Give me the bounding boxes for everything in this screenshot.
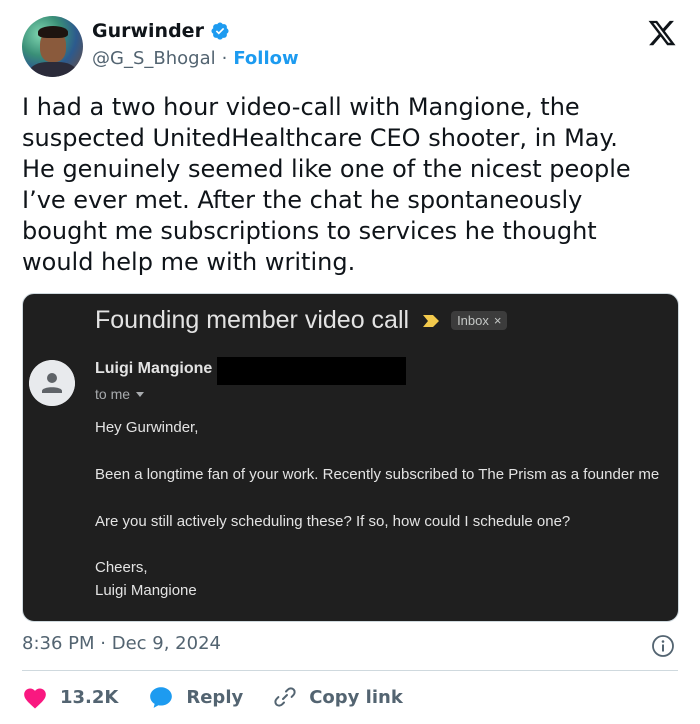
inbox-label: Inbox bbox=[457, 313, 489, 328]
follow-button[interactable]: Follow bbox=[233, 48, 298, 69]
reply-label: Reply bbox=[186, 686, 244, 708]
email-subject-row: Founding member video call Inbox × bbox=[95, 306, 508, 335]
like-count: 13.2K bbox=[60, 686, 119, 708]
email-signoff: Cheers, bbox=[95, 559, 148, 576]
author-handle-row: @G_S_Bhogal · Follow bbox=[92, 48, 299, 69]
email-sender-name: Luigi Mangione bbox=[95, 360, 213, 377]
email-signature: Luigi Mangione bbox=[95, 582, 197, 599]
reply-button[interactable]: Reply bbox=[148, 685, 243, 709]
email-subject: Founding member video call bbox=[95, 306, 410, 334]
remove-label-icon: × bbox=[493, 313, 502, 328]
email-recipient-row[interactable]: to me bbox=[95, 386, 145, 402]
tweet-date: Dec 9, 2024 bbox=[111, 633, 221, 654]
tweet-text: I had a two hour video-call with Mangion… bbox=[22, 93, 631, 276]
verified-badge-icon bbox=[211, 22, 229, 40]
x-logo-icon[interactable] bbox=[646, 18, 678, 48]
like-button[interactable]: 13.2K bbox=[22, 685, 118, 709]
copy-link-label: Copy link bbox=[309, 686, 403, 708]
copy-link-button[interactable]: Copy link bbox=[273, 685, 403, 709]
timestamp-separator: · bbox=[100, 633, 106, 654]
reply-bubble-icon bbox=[150, 687, 173, 708]
tweet-time: 8:36 PM bbox=[22, 633, 95, 654]
tweet-actions: 13.2K Reply Copy link bbox=[22, 683, 403, 711]
author-name-row: Gurwinder bbox=[92, 20, 230, 42]
author-name[interactable]: Gurwinder bbox=[92, 20, 204, 42]
tweet-timestamp[interactable]: 8:36 PM · Dec 9, 2024 bbox=[22, 633, 221, 654]
info-icon[interactable] bbox=[651, 634, 675, 658]
redacted-email-address bbox=[217, 357, 406, 385]
handle-separator: · bbox=[221, 48, 228, 69]
important-marker-icon bbox=[423, 314, 440, 327]
caret-down-icon bbox=[136, 391, 145, 397]
email-body-line: Been a longtime fan of your work. Recent… bbox=[95, 466, 660, 483]
email-recipient: to me bbox=[95, 386, 131, 402]
author-handle[interactable]: @G_S_Bhogal bbox=[92, 48, 216, 69]
author-avatar[interactable] bbox=[22, 16, 83, 77]
heart-icon bbox=[24, 688, 46, 709]
link-icon bbox=[274, 687, 296, 707]
divider bbox=[22, 670, 678, 671]
inbox-label-chip: Inbox × bbox=[451, 311, 508, 330]
email-greeting: Hey Gurwinder, bbox=[95, 419, 199, 436]
email-body-line: Are you still actively scheduling these?… bbox=[95, 513, 571, 530]
person-icon bbox=[29, 360, 75, 406]
email-screenshot[interactable]: Founding member video call Inbox × Luigi… bbox=[22, 293, 679, 622]
